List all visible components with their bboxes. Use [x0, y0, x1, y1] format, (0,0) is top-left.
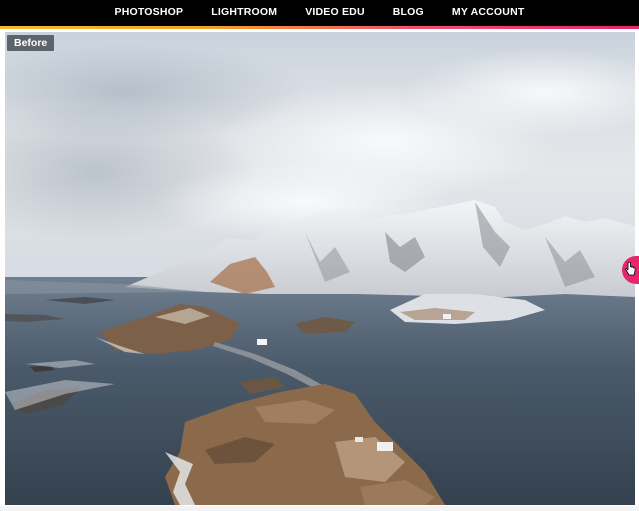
nav-menu: PHOTOSHOP LIGHTROOM VIDEO EDU BLOG MY AC… — [0, 0, 639, 23]
nav-item-video-edu[interactable]: VIDEO EDU — [291, 6, 379, 18]
hand-pointer-icon — [625, 262, 636, 276]
nav-item-lightroom[interactable]: LIGHTROOM — [197, 6, 291, 18]
nav-item-my-account[interactable]: MY ACCOUNT — [438, 6, 539, 18]
landscape-photo — [5, 32, 635, 505]
before-label: Before — [7, 35, 55, 51]
nav-item-photoshop[interactable]: PHOTOSHOP — [101, 6, 198, 18]
before-after-image-viewer[interactable] — [5, 32, 635, 505]
top-navigation: PHOTOSHOP LIGHTROOM VIDEO EDU BLOG MY AC… — [0, 0, 639, 26]
nav-item-blog[interactable]: BLOG — [379, 6, 438, 18]
page-footer-strip — [0, 506, 639, 511]
nav-accent-strip — [0, 26, 639, 29]
